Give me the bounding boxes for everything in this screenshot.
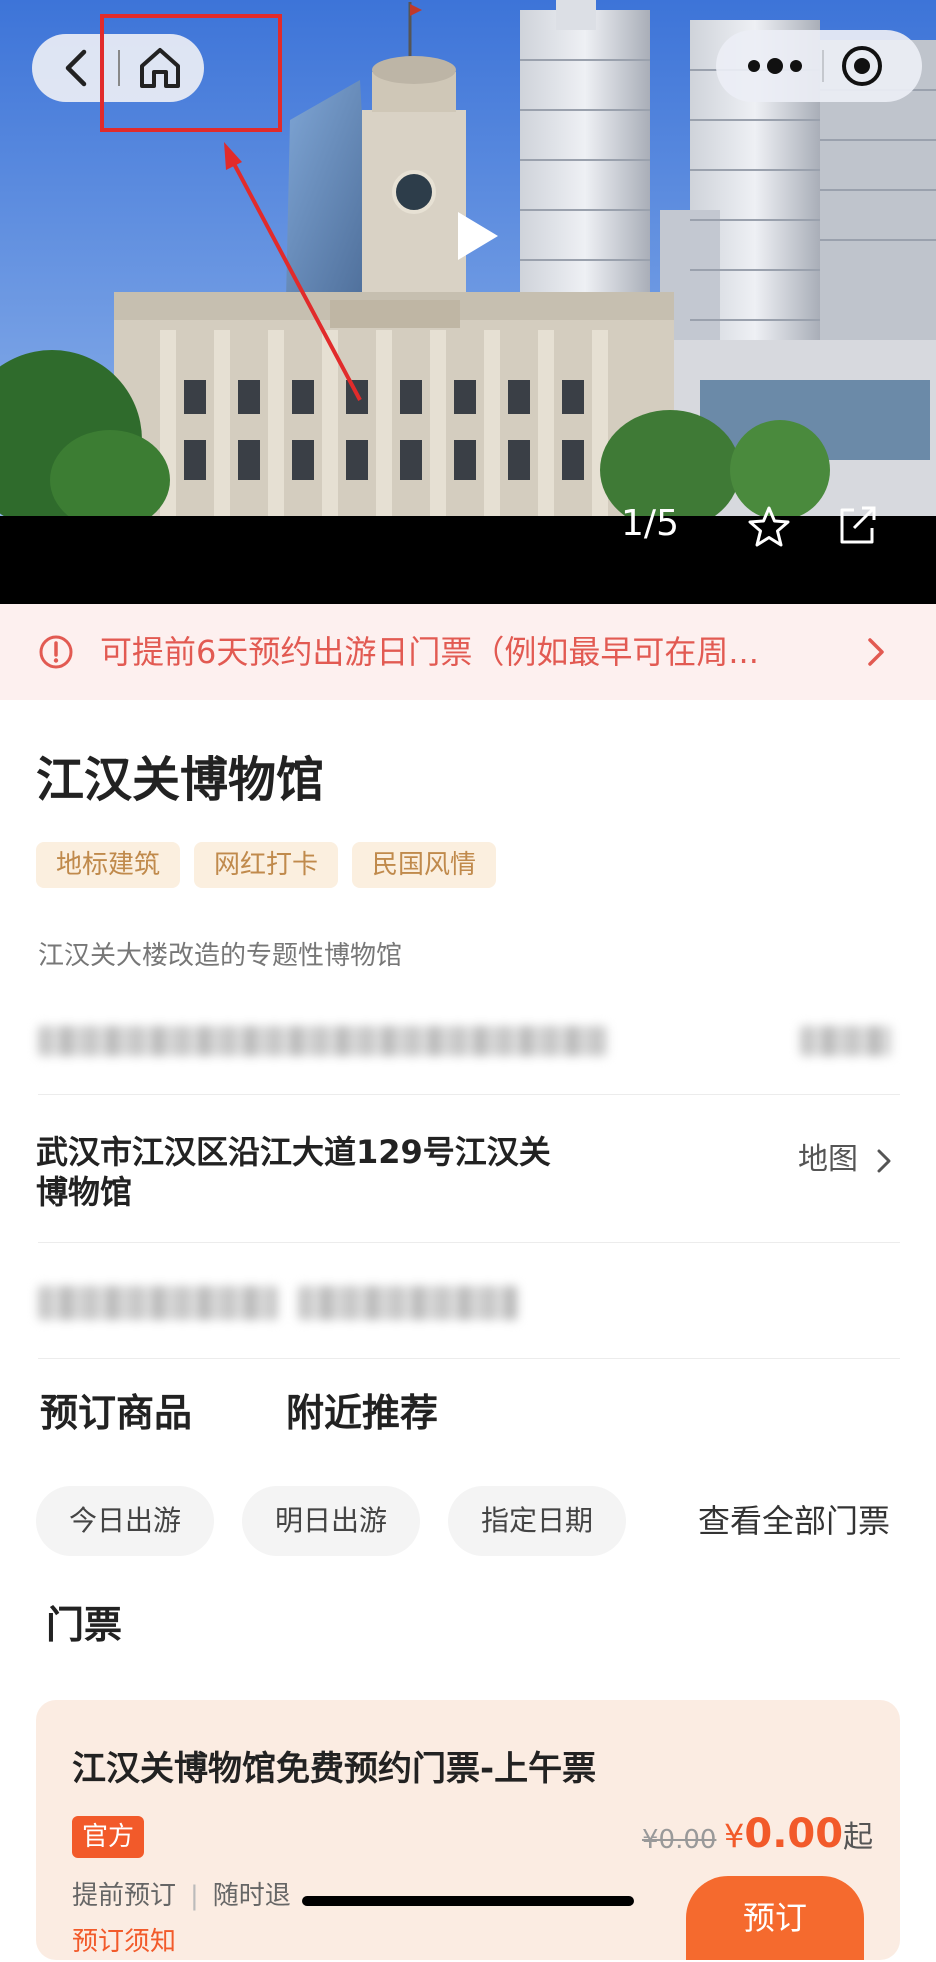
highlight-box [100,14,282,132]
chevron-right-icon [868,638,884,666]
original-price: ¥0.00 [642,1825,717,1855]
ticket-features: 提前预订 | 随时退 [72,1876,291,1916]
tag-landmark: 地标建筑 [36,842,181,888]
tag-republic-style: 民国风情 [352,842,497,888]
book-button[interactable]: 预订 [686,1876,864,1960]
divider [38,1242,900,1243]
feature-refund-anytime: 随时退 [212,1881,291,1911]
divider [38,1358,900,1359]
gallery-bottom-bar [0,516,936,604]
map-link[interactable]: 地图 [798,1140,894,1180]
filter-custom-date[interactable]: 指定日期 [448,1486,626,1556]
booking-notes-link[interactable]: 预订须知 [72,1922,176,1962]
star-icon[interactable] [746,504,792,550]
ticket-card[interactable]: 江汉关博物馆免费预约门票-上午票 官方 ¥0.00 ¥0.00起 提前预订 | 随时… [36,1700,900,1960]
share-icon[interactable] [834,502,880,548]
poi-description: 江汉关大楼改造的专题性博物馆 [38,941,403,971]
hours-detail-redacted[interactable] [800,1026,892,1056]
map-label: 地图 [798,1142,858,1177]
tab-nearby[interactable]: 附近推荐 [286,1386,438,1440]
price-suffix: 起 [843,1820,874,1855]
more-icon[interactable] [740,46,810,86]
back-icon[interactable] [54,44,102,92]
ticket-name: 江汉关博物馆免费预约门票-上午票 [72,1749,597,1789]
chevron-right-icon [877,1149,891,1172]
opening-hours-redacted [38,1026,608,1056]
play-icon[interactable] [446,206,506,266]
feature-advance-booking: 提前预订 [72,1881,177,1911]
tag-influencer: 网红打卡 [194,842,339,888]
notice-text: 可提前6天预约出游日门票（例如最早可在周... [100,633,759,671]
price-value: 0.00 [744,1811,844,1857]
booking-notice-banner[interactable]: 可提前6天预约出游日门票（例如最早可在周... [0,604,936,700]
ticket-price: ¥0.00起 [724,1806,873,1870]
feature-separator: | [190,1881,199,1911]
price-currency: ¥ [724,1817,745,1855]
view-all-tickets-link[interactable]: 查看全部门票 [698,1494,890,1548]
home-indicator [302,1896,634,1906]
capsule-divider [822,50,824,82]
divider [38,1094,900,1095]
image-counter: 1/5 [621,503,679,544]
hero-gallery[interactable]: 1/5 [0,0,936,604]
filter-tomorrow[interactable]: 明日出游 [242,1486,420,1556]
target-icon[interactable] [840,44,884,88]
address-text: 武汉市江汉区沿江大道129号江汉关博物馆 [36,1133,551,1211]
filter-today[interactable]: 今日出游 [36,1486,214,1556]
miniprogram-capsule [716,30,922,102]
official-badge: 官方 [72,1816,145,1858]
ticket-section-heading: 门票 [46,1603,123,1647]
phone-redacted[interactable] [298,1286,518,1320]
page-title: 江汉关博物馆 [36,752,325,808]
phone-redacted[interactable] [38,1286,278,1320]
tab-booking[interactable]: 预订商品 [40,1386,192,1440]
alert-icon [39,635,73,669]
